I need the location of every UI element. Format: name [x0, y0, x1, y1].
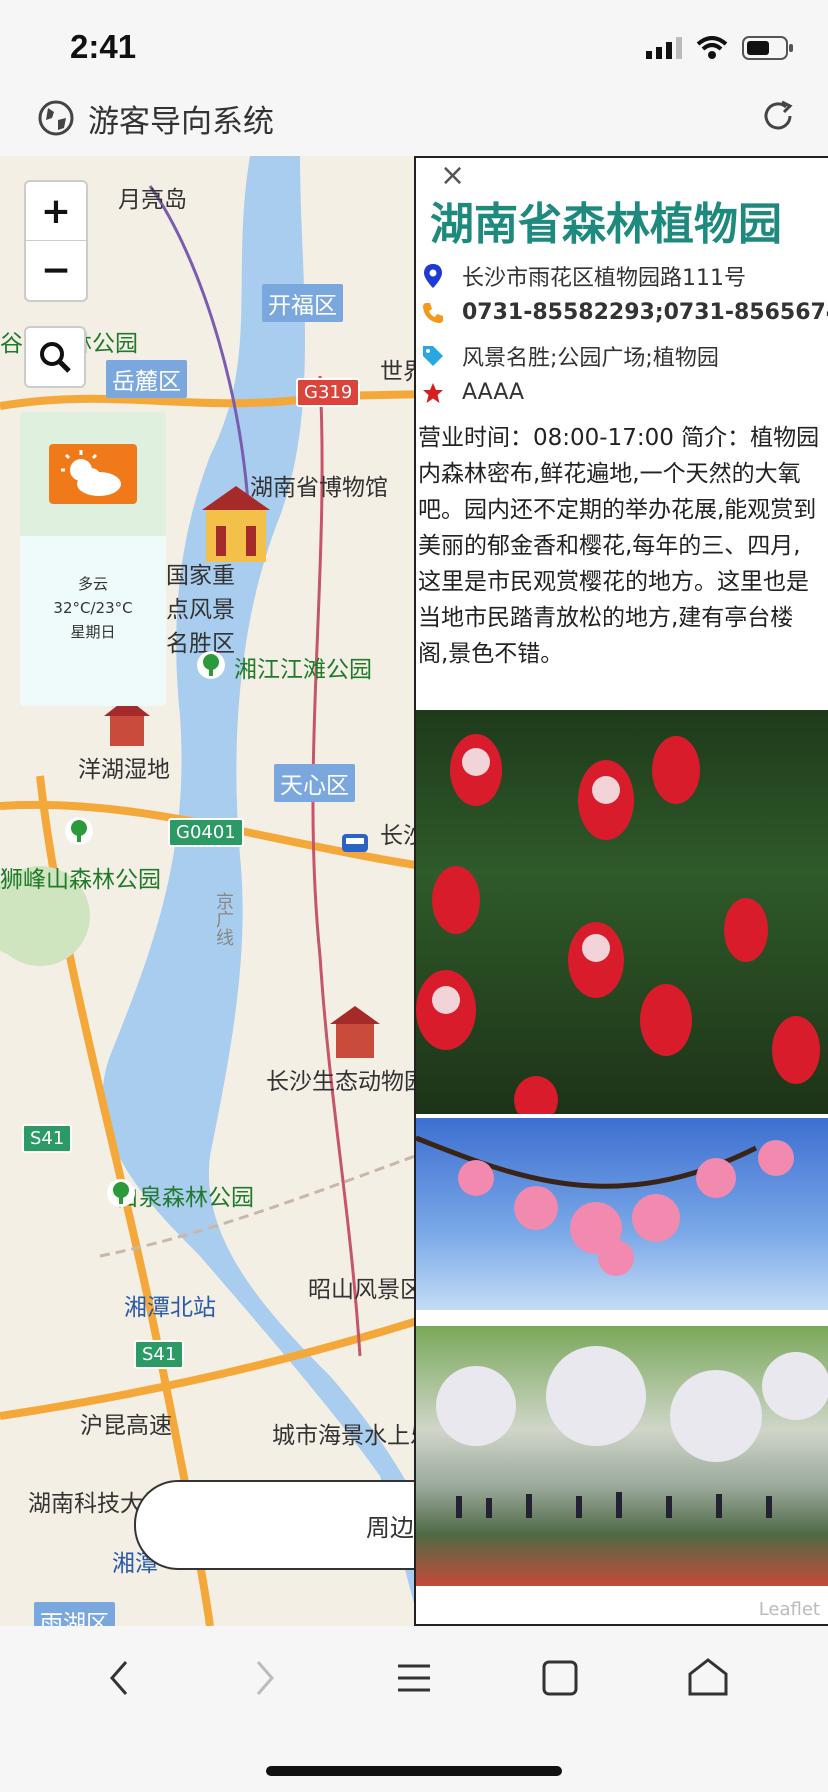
poi-address: 长沙市雨花区植物园路111号: [462, 266, 746, 291]
map-label: 长沙生态动物园: [266, 1069, 427, 1095]
wifi-icon: [696, 36, 728, 59]
map-label: 沪昆高速: [80, 1413, 172, 1439]
location-pin-icon: [424, 264, 442, 288]
map-label: 白泉森林公园: [116, 1185, 254, 1211]
road-label: G0401: [168, 818, 244, 847]
park-icon: [197, 651, 225, 679]
road-label: S41: [22, 1124, 73, 1153]
home-indicator: [266, 1766, 562, 1776]
park-icon: [65, 817, 93, 845]
phone-icon: [423, 302, 443, 323]
cherry-blossom-photo: [416, 1118, 828, 1310]
scenic-marker-icon[interactable]: [196, 486, 276, 566]
map-attribution[interactable]: Leaflet: [759, 1599, 820, 1620]
status-icons: [646, 36, 794, 60]
bus-icon: [342, 834, 368, 852]
district-label: 天心区: [274, 764, 355, 802]
weather-temp: 32°C/23°C: [53, 599, 133, 617]
search-icon: [40, 342, 71, 373]
map-label: 湘潭北站: [124, 1295, 216, 1321]
zoom-out-button[interactable]: −: [26, 241, 86, 299]
home-icon[interactable]: [686, 1656, 730, 1700]
map-label: 京广线: [213, 892, 234, 946]
status-bar: 2:41: [0, 0, 828, 92]
tabs-icon[interactable]: [540, 1656, 580, 1700]
poi-description: 营业时间：08:00-17:00 简介：植物园内森林密布,鲜花遍地,一个天然的大…: [418, 425, 820, 667]
poi-rating-row: AAAA: [420, 380, 524, 405]
map-label: 月亮岛: [118, 187, 187, 213]
browser-bar: 游客导向系统: [0, 92, 828, 156]
battery-icon: [742, 36, 793, 60]
tulip-photo: [416, 710, 828, 1124]
nearby-label: 周边: [366, 1514, 414, 1542]
zoom-control: + −: [24, 180, 88, 302]
district-label: 雨湖区: [34, 1602, 115, 1626]
poi-phone[interactable]: 0731-85582293;0731-85656747: [462, 300, 828, 325]
poi-rating: AAAA: [462, 380, 525, 405]
map-label: 昭山风景区: [308, 1277, 423, 1303]
poi-phone-row: 0731-85582293;0731-85656747: [420, 300, 828, 325]
star-icon: [423, 382, 443, 403]
map-label: 国家重点风景名胜区: [166, 563, 235, 657]
globe-icon: [38, 100, 74, 136]
district-label: 开福区: [262, 284, 343, 322]
signal-icon: [646, 37, 682, 59]
scenic-marker-icon[interactable]: [326, 1004, 384, 1062]
poi-address-row: 长沙市雨花区植物园路111号: [420, 260, 746, 292]
weather-widget: 多云 32°C/23°C 星期日: [20, 412, 166, 706]
park-crowd-photo: [416, 1326, 828, 1586]
map-label: 洋湖湿地: [78, 757, 170, 783]
poi-detail-panel: × 湖南省森林植物园 长沙市雨花区植物园路111号 0731-85582293;…: [414, 156, 828, 1626]
poi-title: 湖南省森林植物园: [430, 199, 782, 250]
poi-category: 风景名胜;公园广场;植物园: [462, 346, 719, 371]
map-label: 湘江江滩公园: [234, 657, 372, 683]
tag-icon: [423, 346, 443, 366]
forward-icon[interactable]: [250, 1656, 280, 1700]
browser-nav-bar: [0, 1626, 828, 1792]
park-icon: [107, 1179, 135, 1207]
map-label: 狮峰山森林公园: [0, 867, 161, 893]
weather-header: [20, 412, 166, 536]
road-label: G319: [296, 378, 361, 407]
reload-icon[interactable]: [758, 96, 798, 136]
weather-condition: 多云: [77, 575, 108, 593]
menu-icon[interactable]: [394, 1656, 434, 1700]
weather-cloud-sun-icon: [49, 444, 137, 504]
search-button[interactable]: [24, 326, 86, 388]
poi-category-row: 风景名胜;公园广场;植物园: [420, 340, 719, 372]
status-time: 2:41: [70, 28, 137, 65]
district-label: 岳麓区: [106, 360, 187, 398]
weather-day: 星期日: [70, 623, 116, 641]
road-label: S41: [134, 1340, 185, 1369]
zoom-in-button[interactable]: +: [26, 182, 86, 241]
page-title: 游客导向系统: [88, 104, 274, 140]
back-icon[interactable]: [104, 1656, 134, 1700]
weather-info: 多云 32°C/23°C 星期日: [20, 572, 166, 644]
